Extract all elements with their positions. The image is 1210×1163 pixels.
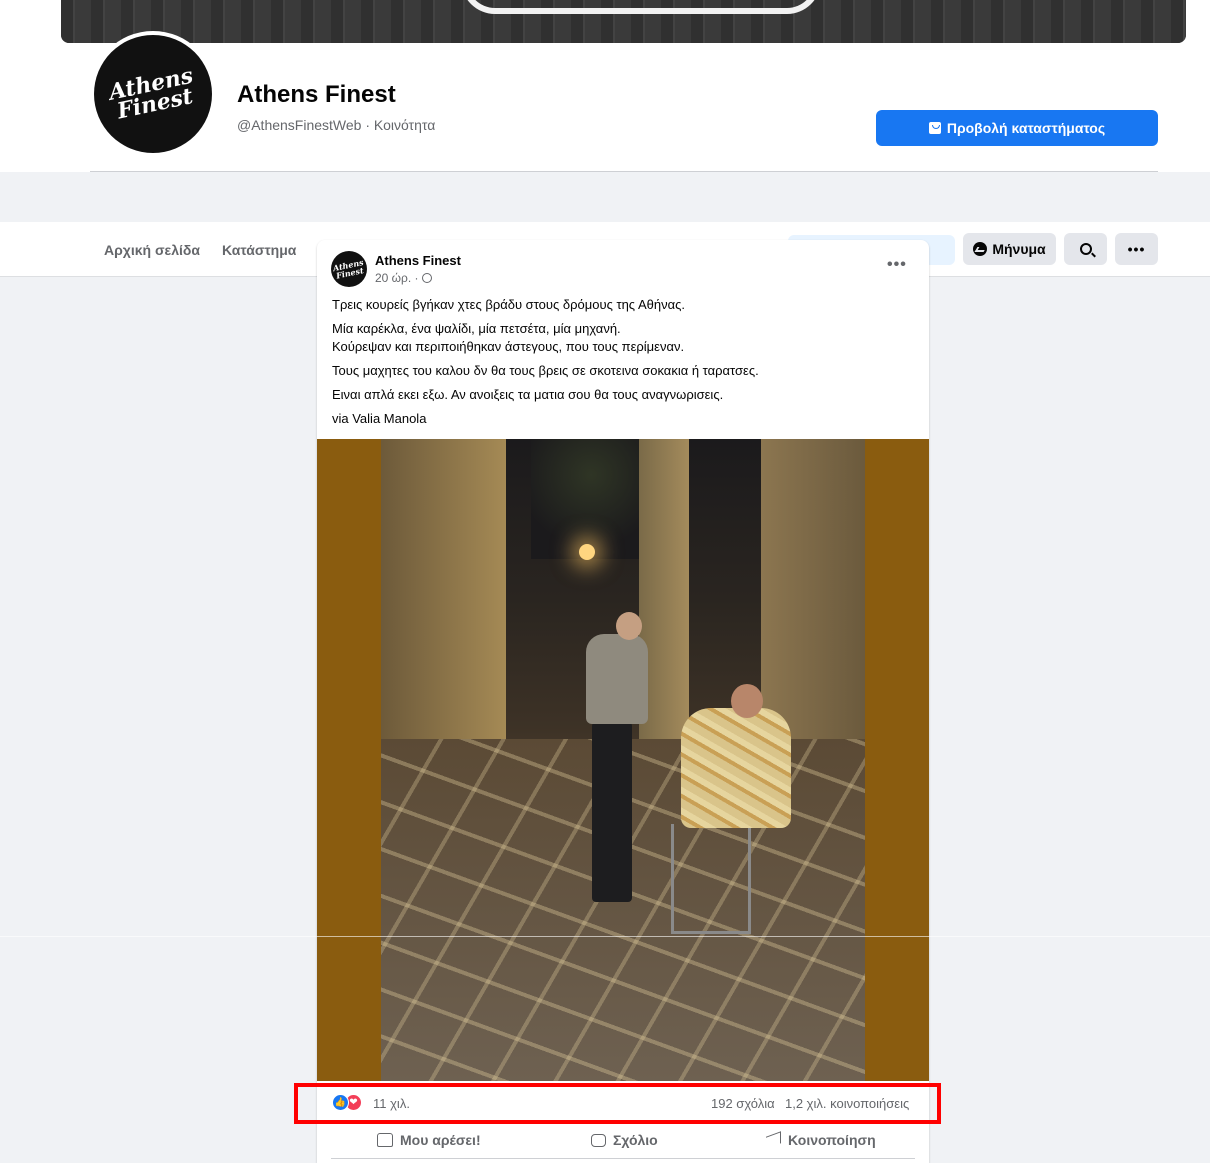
actions-bottom-divider [331, 1158, 915, 1159]
photo-barber-shirt [586, 634, 648, 724]
comment-button-label: Σχόλιο [613, 1132, 658, 1148]
highlight-box [294, 1083, 941, 1124]
post-photo-frame[interactable] [317, 439, 929, 1081]
screenshot-seam-line [0, 936, 1210, 937]
profile-logo-text: Athens Finest [106, 62, 196, 125]
globe-icon [421, 273, 432, 283]
page-title: Athens Finest [237, 81, 396, 108]
post-photo[interactable] [381, 439, 865, 1081]
more-options-button[interactable]: ••• [1115, 233, 1158, 265]
post-line: Κούρεψαν και περιποιήθηκαν άστεγους, που… [332, 339, 685, 354]
post-author-logo-text: Athens Finest [331, 256, 365, 281]
profile-avatar[interactable]: Athens Finest [90, 31, 216, 157]
messenger-icon [973, 242, 988, 256]
share-button[interactable]: Κοινοποίηση [766, 1131, 876, 1149]
view-shop-button[interactable]: Προβολή καταστήματος [876, 110, 1158, 146]
message-button-label: Μήνυμα [992, 241, 1046, 257]
shop-icon [928, 122, 941, 134]
thumb-icon [377, 1133, 393, 1147]
photo-barber-legs [592, 722, 632, 902]
page-handle: @AthensFinestWeb · Κοινότητα [237, 117, 436, 133]
photo-seated-head [731, 684, 763, 718]
message-button[interactable]: Μήνυμα [963, 233, 1056, 265]
bubble-icon [591, 1133, 606, 1147]
post-more-button[interactable]: ••• [887, 256, 907, 274]
post-card: Athens Finest Athens Finest 20 ώρ. · •••… [317, 240, 929, 1163]
photo-barber-head [616, 612, 642, 640]
share-icon [766, 1131, 781, 1149]
post-paragraph: via Valia Manola [332, 411, 427, 426]
photo-seated-man [671, 684, 801, 934]
cover-logo-fragment [461, 0, 821, 14]
photo-striped-shirt [681, 708, 791, 828]
share-button-label: Κοινοποίηση [788, 1132, 876, 1148]
like-icon: 👍 [332, 1094, 349, 1111]
post-paragraph: Τρεις κουρείς βγήκαν χτες βράδυ στους δρ… [332, 297, 685, 312]
photo-street-lamp [579, 544, 595, 560]
profile-logo: Athens Finest [94, 35, 212, 153]
post-timestamp[interactable]: 20 ώρ. · [375, 271, 419, 285]
post-author-avatar[interactable]: Athens Finest [331, 251, 367, 287]
search-icon [1079, 243, 1092, 255]
post-meta: 20 ώρ. · [375, 271, 432, 285]
photo-tree [531, 439, 651, 559]
post-paragraph: Μία καρέκλα, ένα ψαλίδι, μία πετσέτα, μί… [332, 320, 917, 356]
like-button[interactable]: Μου αρέσει! [377, 1132, 481, 1148]
post-paragraph: Τους μαχητες του καλου δν θα τους βρεις … [332, 363, 759, 378]
tab-shop[interactable]: Κατάστημα [222, 242, 296, 258]
post-line: Μία καρέκλα, ένα ψαλίδι, μία πετσέτα, μί… [332, 321, 621, 336]
view-shop-label: Προβολή καταστήματος [946, 120, 1106, 136]
post-author-name[interactable]: Athens Finest [375, 253, 461, 268]
tab-home[interactable]: Αρχική σελίδα [104, 242, 200, 258]
search-button[interactable] [1064, 233, 1107, 265]
photo-column-left [381, 439, 506, 749]
photo-barber [576, 612, 656, 924]
comment-button[interactable]: Σχόλιο [591, 1132, 658, 1148]
cover-photo[interactable] [61, 0, 1186, 43]
post-paragraph: Ειναι απλά εκει εξω. Αν ανοιξεις τα ματι… [332, 387, 724, 402]
header-divider [90, 171, 1158, 172]
photo-chair [671, 824, 751, 934]
post-text: Τρεις κουρείς βγήκαν χτες βράδυ στους δρ… [332, 296, 917, 434]
like-button-label: Μου αρέσει! [400, 1132, 481, 1148]
